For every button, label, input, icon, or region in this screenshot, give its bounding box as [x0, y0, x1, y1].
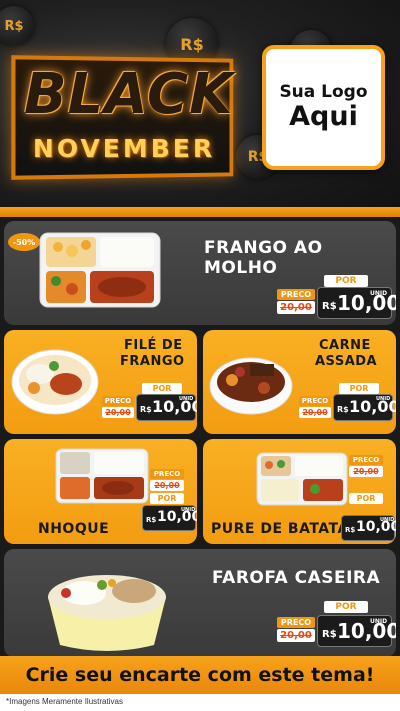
food-bowl-image: [11, 349, 99, 415]
black-november-title: BLACK: [24, 62, 234, 127]
footer-disclaimer: *Imagens Meramente Ilustrativas: [6, 697, 123, 706]
product-title: NHOQUE: [38, 521, 110, 537]
old-price: 20,00: [150, 480, 184, 491]
currency-symbol: R$: [337, 405, 349, 414]
price-tag: PRECO 20,00 POR R$ 10,00 UNID: [142, 453, 197, 541]
currency-symbol: R$: [140, 405, 152, 414]
price-tag: POR PRECO 20,00 R$ 10,00 UNID: [299, 382, 396, 426]
food-tray-image: [55, 448, 149, 504]
new-price-box: R$ 10,00 UNID: [142, 505, 197, 531]
por-label: POR: [349, 493, 383, 504]
old-price: 20,00: [102, 407, 134, 418]
price-tag: POR PRECO 20,00 R$ 10,00 UNID: [102, 382, 197, 426]
header-banner: R$ R$ R$ R$ BLACK NOVEMBER Sua Logo Aqui: [0, 0, 400, 214]
food-bowl-image: [48, 575, 166, 651]
unit-label: UNID: [370, 290, 388, 297]
black-november-subtitle: NOVEMBER: [32, 134, 216, 163]
product-title-line1: FILÉ DE: [124, 338, 183, 353]
unit-label: UNID: [370, 618, 388, 625]
preco-label: PRECO: [150, 469, 184, 479]
product-card-file-de-frango[interactable]: FILÉ DE FRANGO POR PRECO 20,00 R$ 10,00 …: [4, 330, 197, 434]
old-price: 20,00: [299, 407, 331, 418]
header-divider: [0, 207, 400, 217]
price-tag: PRECO 20,00 POR R$ 10,00 UNID: [341, 453, 396, 541]
logo-placeholder: Sua Logo Aqui: [262, 45, 385, 170]
product-title-line2: FRANGO: [120, 354, 185, 369]
logo-text-line2: Aqui: [289, 101, 358, 132]
por-label: POR: [150, 493, 184, 504]
por-label: POR: [324, 275, 368, 287]
new-price-box: R$ 10,00 UNID: [341, 515, 396, 541]
new-price-box: R$ 10,00 UNID: [317, 615, 396, 647]
cta-banner[interactable]: Crie seu encarte com este tema!: [0, 656, 400, 694]
preco-label: PRECO: [277, 617, 315, 628]
new-price: 10,00: [337, 291, 396, 315]
unit-label: UNID: [179, 396, 194, 402]
product-title: FRANGO AO MOLHO: [204, 238, 323, 278]
unit-label: UNID: [380, 517, 395, 523]
preco-label: PRECO: [277, 289, 315, 300]
new-price: 10,00: [337, 619, 396, 643]
unit-label: UNID: [376, 396, 391, 402]
unit-label: UNID: [181, 507, 196, 513]
price-tag: POR PRECO 20,00 R$ 10,00 UNID: [276, 273, 396, 323]
discount-badge: -50%: [8, 233, 40, 251]
coin-icon: R$: [0, 6, 34, 46]
product-card-farofa-caseira[interactable]: FAROFA CASEIRA POR PRECO 20,00 R$ 10,00 …: [4, 549, 396, 657]
currency-symbol: R$: [345, 526, 356, 534]
product-card-frango-ao-molho[interactable]: FRANGO AO MOLHO POR PRECO 20,00 R$ 10,00…: [4, 221, 396, 325]
food-bowl-image: [209, 357, 293, 415]
logo-text-line1: Sua Logo: [279, 82, 368, 103]
preco-label: PRECO: [299, 396, 331, 406]
currency-symbol: R$: [322, 629, 337, 640]
price-tag: POR PRECO 20,00 R$ 10,00 UNID: [276, 599, 396, 651]
product-title-line1: CARNE: [319, 338, 371, 353]
new-price-box: R$ 10,00 UNID: [136, 394, 197, 421]
old-price: 20,00: [349, 466, 383, 477]
por-label: POR: [142, 383, 182, 394]
currency-symbol: R$: [146, 516, 157, 524]
currency-symbol: R$: [322, 301, 337, 312]
product-title-line2: ASSADA: [315, 354, 378, 369]
old-price: 20,00: [277, 629, 315, 642]
food-tray-image: [39, 232, 161, 308]
preco-label: PRECO: [102, 396, 134, 406]
preco-label: PRECO: [349, 455, 383, 465]
por-label: POR: [324, 601, 368, 613]
new-price-box: R$ 10,00 UNID: [317, 287, 396, 319]
product-title: PURE DE BATATA: [211, 521, 349, 537]
product-card-carne-assada[interactable]: CARNE ASSADA POR PRECO 20,00 R$ 10,00 UN…: [203, 330, 396, 434]
old-price: 20,00: [277, 301, 315, 314]
product-card-pure-de-batata[interactable]: PURE DE BATATA PRECO 20,00 POR R$ 10,00 …: [203, 439, 396, 544]
product-card-nhoque[interactable]: NHOQUE PRECO 20,00 POR R$ 10,00 UNID: [4, 439, 197, 544]
footer: *Imagens Meramente Ilustrativas: [0, 694, 400, 711]
por-label: POR: [339, 383, 379, 394]
food-tray-image: [256, 452, 348, 506]
product-title: FAROFA CASEIRA: [212, 568, 381, 588]
new-price-box: R$ 10,00 UNID: [333, 394, 396, 421]
